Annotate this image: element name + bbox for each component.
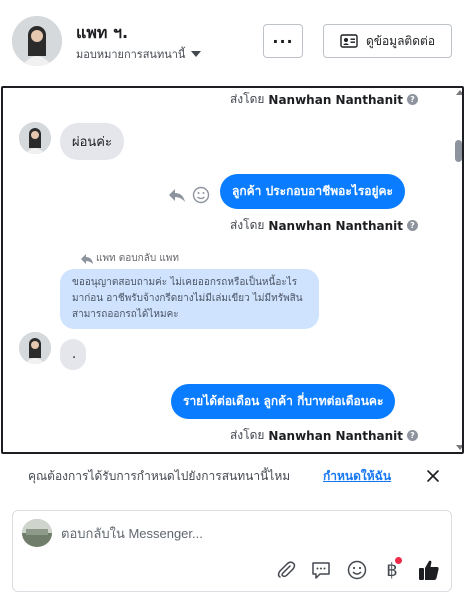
contact-avatar[interactable] [12,16,62,66]
outgoing-message[interactable]: ลูกค้า ประกอบอาชีพอะไรอยู่คะ [220,174,406,209]
scroll-up-arrow-icon[interactable] [456,90,462,95]
quoted-message[interactable]: ขออนุญาตสอบถามค่ะ ไม่เคยออกรถหรือเป็นหนี… [60,269,319,329]
incoming-message[interactable]: ผ่อนค่ะ [60,123,124,160]
sender-name: Nanwhan Nanthanit [268,428,403,443]
assign-label: มอบหมายการสนทนานี้ [76,48,186,61]
contact-avatar-small [19,332,51,364]
help-icon[interactable]: ? [407,220,418,231]
sender-name: Nanwhan Nanthanit [268,92,403,107]
reply-icon[interactable] [168,187,186,203]
more-options-button[interactable]: ··· [263,24,303,58]
contact-name: แพท ฯ. [76,23,129,42]
assign-prompt-banner: คุณต้องการได้รับการกำหนดไปยังการสนทนานี้… [0,456,474,496]
caret-down-icon [191,51,202,57]
smiley-icon [347,560,367,580]
emoji-button[interactable] [346,559,368,581]
notification-dot [395,557,402,564]
assign-prompt-text: คุณต้องการได้รับการกำหนดไปยังการสนทนานี้… [28,469,291,483]
assign-conversation-dropdown[interactable]: มอบหมายการสนทนานี้ [76,45,202,63]
help-icon[interactable]: ? [407,94,418,105]
sent-by-prefix: ส่งโดย [229,92,265,106]
reply-context-label: แพท ตอบกลับ แพท [81,251,179,266]
contact-avatar-small [19,122,51,154]
thumbs-up-icon [419,560,439,580]
view-contact-info-button[interactable]: ดูข้อมูลติดต่อ [323,24,452,58]
paperclip-icon [277,561,296,578]
reply-input[interactable] [61,523,431,543]
scrollbar-thumb[interactable] [455,140,462,162]
assign-to-me-link[interactable]: กำหนดให้ฉัน [323,467,391,486]
thread-scrollbar[interactable] [454,88,462,452]
payment-button[interactable]: ฿ [381,557,403,581]
sent-by-line: ส่งโดย Nanwhan Nanthanit ? [230,426,418,445]
reply-context-text: แพท ตอบกลับ แพท [96,253,179,264]
sent-by-prefix: ส่งโดย [229,428,265,442]
outgoing-message[interactable]: รายได้ต่อเดือน ลูกค้า กี่บาทต่อเดือนคะ [171,384,396,419]
attach-file-button[interactable] [275,559,297,581]
chat-bubble-icon [312,562,330,579]
sent-by-prefix: ส่งโดย [229,218,265,232]
contact-card-icon [340,34,358,48]
message-actions [168,186,210,204]
message-thread[interactable]: ส่งโดย Nanwhan Nanthanit ? ผ่อนค่ะ ลูกค้… [1,86,464,454]
conversation-header: แพท ฯ. มอบหมายการสนทนานี้ ··· ดูข้อมูลติ… [0,0,474,84]
view-contact-info-label: ดูข้อมูลติดต่อ [365,33,436,48]
close-icon[interactable] [424,467,442,485]
message-composer: ฿ [12,510,452,592]
saved-replies-button[interactable] [310,559,332,581]
incoming-message[interactable]: . [60,339,86,370]
like-button[interactable] [418,559,440,581]
sender-name: Nanwhan Nanthanit [268,218,403,233]
sent-by-line: ส่งโดย Nanwhan Nanthanit ? [230,216,418,235]
reply-arrow-icon [81,253,93,264]
react-emoji-icon[interactable] [192,186,210,204]
scroll-down-arrow-icon[interactable] [456,445,462,450]
help-icon[interactable]: ? [407,430,418,441]
page-avatar [22,519,52,547]
sent-by-line: ส่งโดย Nanwhan Nanthanit ? [230,90,418,109]
